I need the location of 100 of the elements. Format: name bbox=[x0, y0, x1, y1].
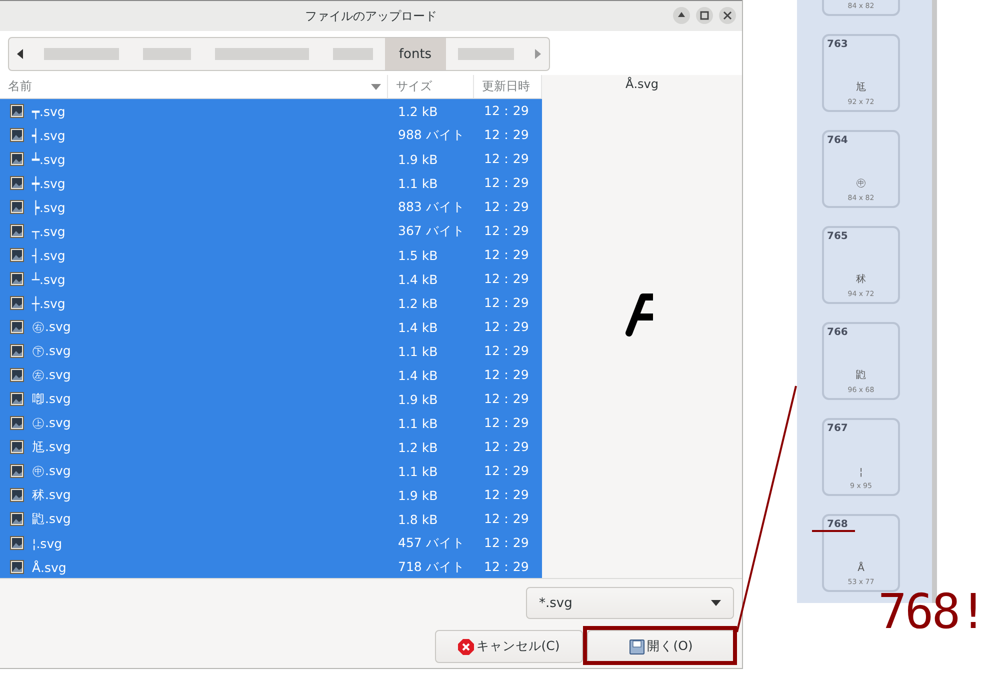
file-size: 1.4 kB bbox=[398, 368, 438, 382]
cancel-icon bbox=[458, 638, 474, 654]
file-name: ┷.svg bbox=[32, 152, 66, 166]
image-file-icon bbox=[10, 368, 24, 382]
file-size: 1.4 kB bbox=[398, 272, 438, 286]
image-file-icon bbox=[10, 128, 24, 142]
modified-time: 12：29 bbox=[484, 390, 529, 408]
sort-arrow-icon bbox=[371, 84, 381, 90]
file-name: ┝.svg bbox=[32, 200, 66, 214]
blurred-path-segment bbox=[333, 48, 373, 60]
glyph-number: 766 bbox=[827, 327, 848, 338]
file-name: ┯.svg bbox=[32, 104, 66, 118]
modified-time: 12：29 bbox=[484, 486, 529, 504]
modified-time: 12：29 bbox=[484, 246, 529, 264]
image-file-icon bbox=[10, 464, 24, 478]
file-size: 1.1 kB bbox=[398, 176, 438, 190]
file-size: 1.1 kB bbox=[398, 464, 438, 478]
file-size: 718 バイト bbox=[398, 558, 465, 576]
file-size: 988 バイト bbox=[398, 126, 465, 144]
modified-time: 12：29 bbox=[484, 342, 529, 360]
modified-time: 12：29 bbox=[484, 558, 529, 576]
glyph-character: Å bbox=[858, 563, 864, 574]
filter-dropdown[interactable]: *.svg bbox=[526, 587, 734, 619]
glyph-number: 765 bbox=[827, 231, 848, 242]
glyph-preview-drawing bbox=[625, 291, 653, 337]
image-file-icon bbox=[10, 536, 24, 550]
left-arrow-icon bbox=[17, 49, 24, 59]
file-name: ㊥.svg bbox=[32, 462, 71, 480]
window-title: ファイルのアップロード bbox=[305, 8, 437, 24]
image-file-icon bbox=[10, 416, 24, 430]
modified-time: 12：29 bbox=[484, 510, 529, 528]
dropdown-arrow-icon bbox=[711, 600, 721, 606]
file-name: ┴.svg bbox=[32, 272, 66, 286]
close-icon[interactable] bbox=[719, 7, 736, 24]
image-file-icon bbox=[10, 488, 24, 502]
image-file-icon bbox=[10, 296, 24, 310]
file-name: ┼.svg bbox=[32, 296, 66, 310]
modified-time: 12：29 bbox=[484, 222, 529, 240]
file-name: ┿.svg bbox=[32, 176, 66, 190]
column-header[interactable]: サイズ bbox=[396, 78, 432, 95]
modified-time: 12：29 bbox=[484, 102, 529, 120]
file-name: ㊧.svg bbox=[32, 366, 71, 384]
image-file-icon bbox=[10, 272, 24, 286]
blurred-path-segment bbox=[458, 48, 514, 60]
file-name: 秫.svg bbox=[32, 486, 71, 504]
glyph-number: 767 bbox=[827, 423, 848, 434]
cancel-button[interactable]: キャンセル(C) bbox=[435, 630, 583, 663]
glyph-number: 768 bbox=[827, 519, 848, 530]
open-button[interactable]: 開く(O) bbox=[587, 630, 735, 663]
file-name: ┬.svg bbox=[32, 224, 66, 238]
modified-time: 12：29 bbox=[484, 438, 529, 456]
file-name: ┥.svg bbox=[32, 128, 66, 142]
modified-time: 12：29 bbox=[484, 462, 529, 480]
image-file-icon bbox=[10, 104, 24, 118]
file-size: 1.9 kB bbox=[398, 152, 438, 166]
preview-title: Å.svg bbox=[626, 77, 658, 91]
file-size: 1.5 kB bbox=[398, 248, 438, 262]
glyph-character: 䶂 bbox=[856, 368, 866, 382]
right-arrow-icon bbox=[534, 49, 541, 59]
glyph-number: 764 bbox=[827, 135, 848, 146]
file-name: 尪.svg bbox=[32, 438, 71, 456]
path-segment-button[interactable]: fonts bbox=[384, 38, 446, 70]
file-size: 1.9 kB bbox=[398, 488, 438, 502]
modified-time: 12：29 bbox=[484, 294, 529, 312]
file-name: Å.svg bbox=[32, 560, 66, 574]
image-file-icon bbox=[10, 560, 24, 574]
file-name: ㊤.svg bbox=[32, 414, 71, 432]
blurred-path-segment bbox=[143, 48, 191, 60]
glyph-number: 763 bbox=[827, 39, 848, 50]
document-icon bbox=[629, 638, 646, 654]
file-size: 1.2 kB bbox=[398, 440, 438, 454]
restore-icon[interactable] bbox=[696, 7, 713, 24]
modified-time: 12：29 bbox=[484, 174, 529, 192]
image-file-icon bbox=[10, 248, 24, 262]
file-size: 1.1 kB bbox=[398, 416, 438, 430]
underline-mark bbox=[812, 530, 855, 532]
file-name: ¦.svg bbox=[32, 536, 62, 550]
column-header[interactable]: 更新日時 bbox=[482, 78, 530, 95]
image-file-icon bbox=[10, 320, 24, 334]
file-size: 367 バイト bbox=[398, 222, 465, 240]
file-name: 䶂.svg bbox=[32, 510, 71, 528]
file-name: ㊨.svg bbox=[32, 318, 71, 336]
modified-time: 12：29 bbox=[484, 126, 529, 144]
image-file-icon bbox=[10, 512, 24, 526]
file-size: 1.1 kB bbox=[398, 344, 438, 358]
image-file-icon bbox=[10, 152, 24, 166]
modified-time: 12：29 bbox=[484, 198, 529, 216]
file-size: 883 バイト bbox=[398, 198, 465, 216]
glyph-character: 秫 bbox=[856, 273, 866, 286]
file-size: 1.2 kB bbox=[398, 104, 438, 118]
file-name: ㊦.svg bbox=[32, 342, 71, 360]
modified-time: 12：29 bbox=[484, 366, 529, 384]
modified-time: 12：29 bbox=[484, 534, 529, 552]
glyph-character: ㊥ bbox=[856, 177, 866, 190]
image-file-icon bbox=[10, 440, 24, 454]
image-file-icon bbox=[10, 224, 24, 238]
column-header[interactable]: 名前 bbox=[8, 78, 32, 95]
modified-time: 12：29 bbox=[484, 318, 529, 336]
modified-time: 12：29 bbox=[484, 270, 529, 288]
file-size: 1.9 kB bbox=[398, 392, 438, 406]
